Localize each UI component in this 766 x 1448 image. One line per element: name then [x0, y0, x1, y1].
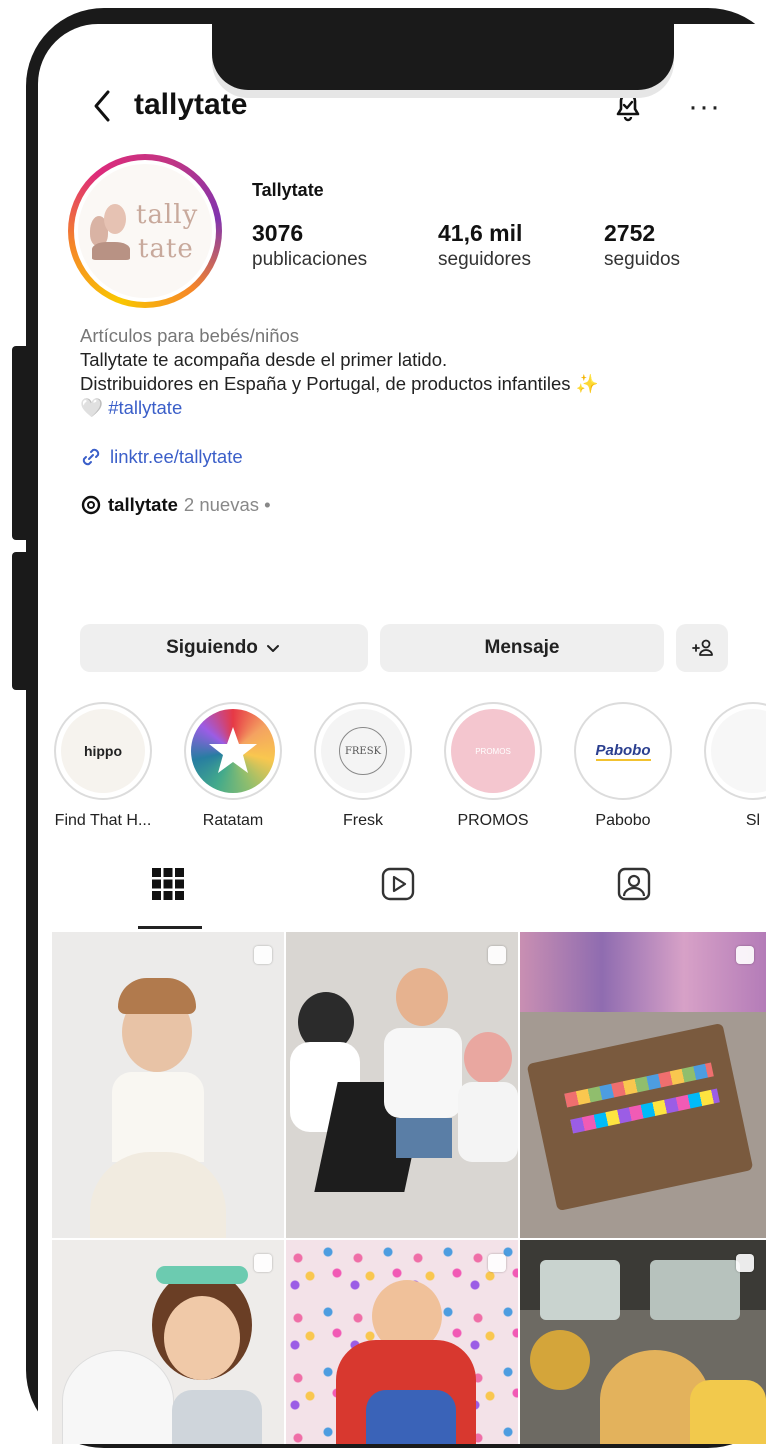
threads-icon [81, 495, 101, 515]
profile-display-name: Tallytate [252, 180, 324, 200]
threads-handle: tallytate [108, 494, 178, 515]
phone-notch [212, 24, 674, 90]
highlight-fresk-logo: FRESK [344, 745, 382, 757]
profile-bio: Artículos para bebés/niños Tallytate te … [80, 324, 760, 420]
highlight-label: Ratatam [202, 812, 264, 829]
multiple-posts-icon [736, 946, 754, 964]
avatar[interactable]: tally tate [68, 154, 222, 308]
highlight-pabobo-logo: Pabobo [595, 741, 651, 761]
tab-reels[interactable] [380, 866, 416, 907]
post-thumbnail-5[interactable] [286, 1240, 518, 1444]
reels-icon [381, 867, 415, 901]
highlight-label: Pabobo [595, 812, 651, 829]
bio-hashtag-link[interactable]: #tallytate [108, 397, 182, 418]
highlight-label: Find That H... [54, 812, 152, 829]
following-button-label: Siguiendo [166, 637, 258, 658]
app-screen: tallytate ··· tally tate Tallytate 3076 … [38, 24, 766, 1444]
stat-followers-label: seguidores [438, 249, 531, 270]
stat-following-count: 2752 [604, 220, 656, 246]
profile-category: Artículos para bebés/niños [80, 325, 300, 346]
message-button[interactable]: Mensaje [380, 624, 664, 672]
message-button-label: Mensaje [484, 637, 560, 658]
stat-following-label: seguidos [604, 249, 681, 270]
profile-link-text: linktr.ee/tallytate [110, 446, 243, 467]
highlight-label: Sl [745, 812, 761, 829]
highlight-fresk[interactable]: FRESK Fresk [308, 702, 418, 830]
notifications-bell-icon[interactable] [608, 86, 648, 126]
star-icon [209, 727, 257, 773]
stat-posts-count: 3076 [252, 220, 304, 246]
multiple-posts-icon [736, 1254, 754, 1272]
multiple-posts-icon [488, 1254, 506, 1272]
stat-posts-label: publicaciones [252, 249, 368, 270]
post-thumbnail-4[interactable] [52, 1240, 284, 1444]
threads-badge[interactable]: tallytate 2 nuevas • [80, 494, 271, 516]
profile-link[interactable]: linktr.ee/tallytate [80, 446, 243, 468]
post-thumbnail-3[interactable] [520, 932, 766, 1238]
stat-followers[interactable]: 41,6 mil seguidores [438, 220, 531, 271]
chevron-down-icon [266, 645, 279, 652]
tab-tagged[interactable] [616, 866, 652, 907]
stat-posts[interactable]: 3076 publicaciones [252, 220, 367, 271]
post-thumbnail-6[interactable] [520, 1240, 766, 1444]
bio-line-1: Tallytate te acompaña desde el primer la… [80, 349, 448, 370]
post-thumbnail-1[interactable] [52, 932, 284, 1238]
multiple-posts-icon [254, 946, 272, 964]
highlight-hippo-logo: hippo [83, 743, 123, 759]
avatar-logo: tally tate [78, 164, 212, 298]
add-user-icon [692, 639, 713, 656]
logo-text-tate: tate [138, 234, 194, 264]
active-tab-indicator [138, 926, 202, 929]
highlight-promos-text: PROMOS [475, 746, 511, 756]
back-icon[interactable] [88, 86, 118, 126]
highlight-label: PROMOS [457, 812, 529, 829]
heart-emoji: 🤍 [80, 397, 104, 418]
tagged-icon [617, 867, 651, 901]
more-options-icon[interactable]: ··· [688, 90, 721, 124]
suggest-users-button[interactable] [676, 624, 728, 672]
highlight-ratatam[interactable]: Ratatam [178, 702, 288, 830]
threads-new-count: 2 nuevas • [183, 494, 271, 515]
logo-text-tally: tally [136, 200, 199, 230]
highlight-label: Fresk [343, 812, 383, 829]
link-icon [82, 448, 100, 466]
multiple-posts-icon [254, 1254, 272, 1272]
post-thumbnail-2[interactable] [286, 932, 518, 1238]
grid-icon [152, 868, 184, 900]
stat-followers-count: 41,6 mil [438, 220, 523, 246]
highlight-find-that-hippo[interactable]: hippo Find That H... [48, 702, 158, 830]
following-button[interactable]: Siguiendo [80, 624, 368, 672]
tab-grid[interactable] [150, 866, 186, 907]
profile-username-title: tallytate [134, 88, 248, 121]
highlight-pabobo[interactable]: Pabobo Pabobo [568, 702, 678, 830]
highlight-promos[interactable]: PROMOS PROMOS [438, 702, 548, 830]
stat-following[interactable]: 2752 seguidos [604, 220, 680, 271]
multiple-posts-icon [488, 946, 506, 964]
volume-up-button [12, 346, 30, 540]
highlight-partial[interactable]: Sl [698, 702, 766, 830]
bio-line-2: Distribuidores en España y Portugal, de … [80, 373, 599, 394]
volume-down-button [12, 552, 30, 690]
